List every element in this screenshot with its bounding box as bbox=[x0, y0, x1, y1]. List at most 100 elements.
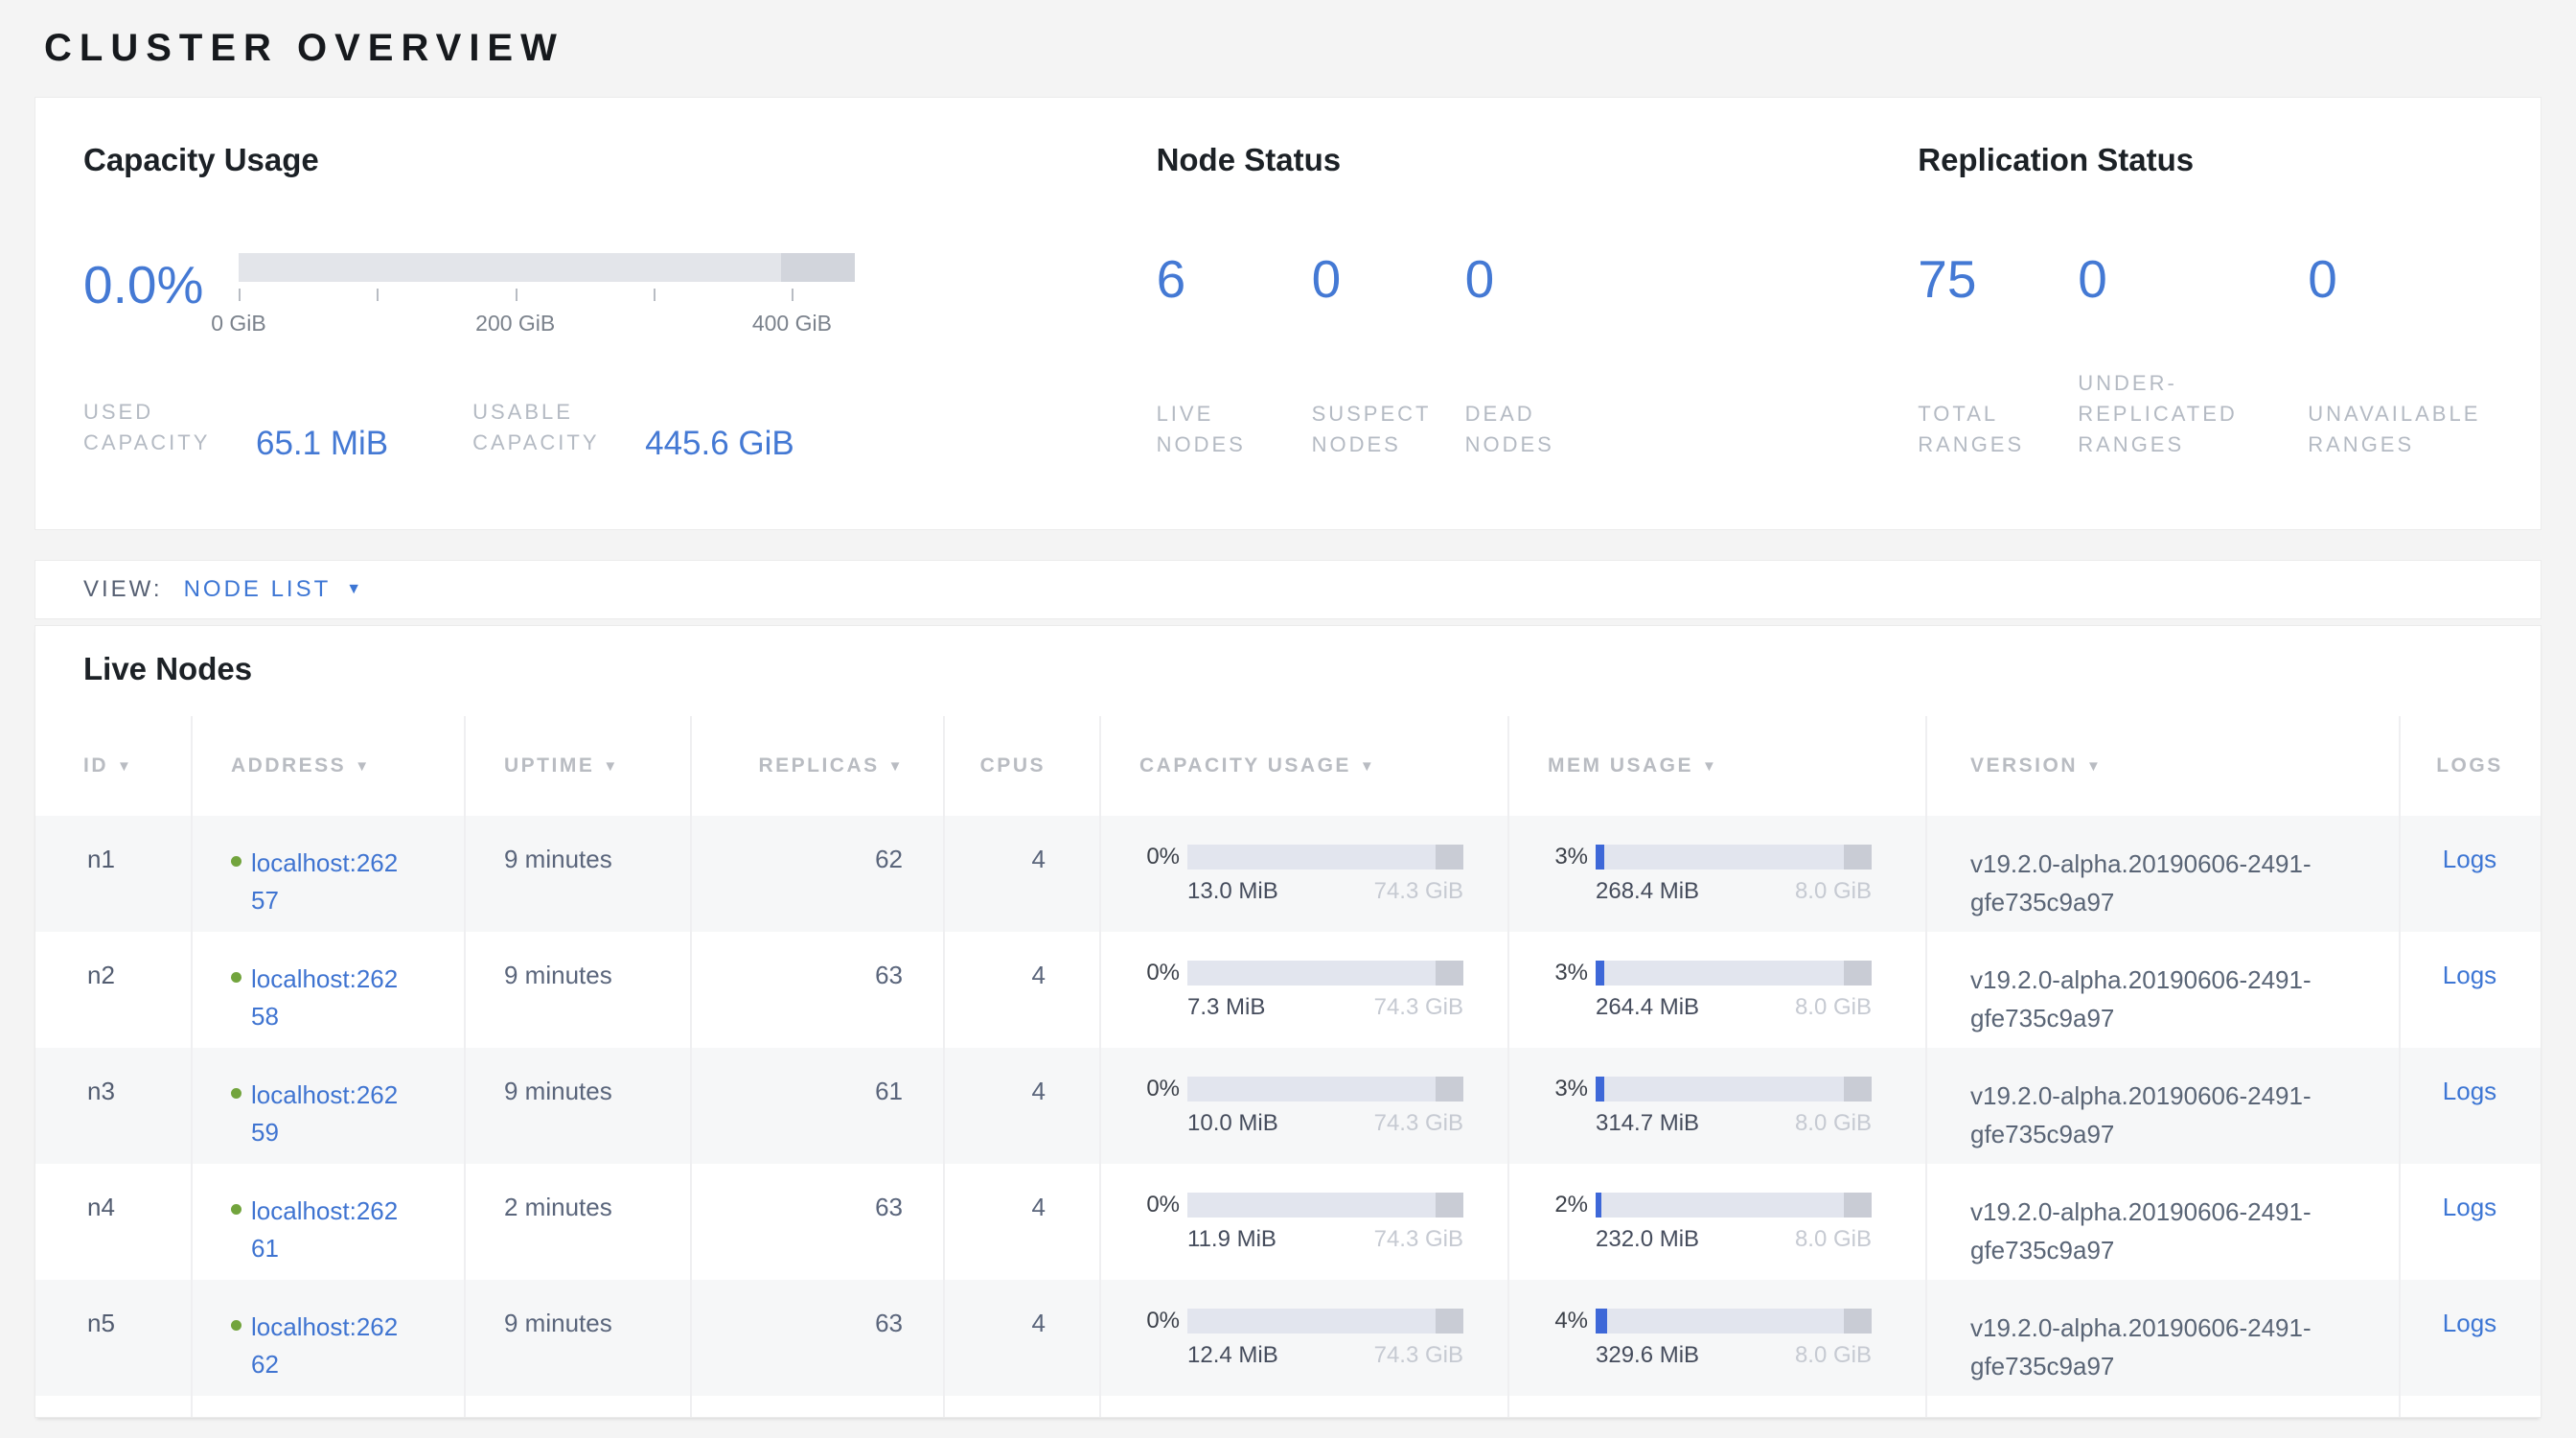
node-address-link[interactable]: localhost:26261 bbox=[251, 1193, 406, 1267]
live-nodes-panel: Live Nodes ID▼ ADDRESS▼ UPTIME▼ REPLICAS… bbox=[34, 625, 2542, 1418]
total-ranges-label: TOTAL RANGES bbox=[1918, 399, 2042, 460]
used-capacity-stat: USED CAPACITY 65.1 MiB bbox=[83, 397, 388, 458]
version-cell: v19.2.0-alpha.20190606-2491-gfe735c9a97 bbox=[1925, 1164, 2399, 1280]
node-address-cell: localhost:26258 bbox=[191, 932, 464, 1048]
node-address-link[interactable]: localhost:26257 bbox=[251, 845, 406, 919]
under-replicated-label: UNDER-REPLICATED RANGES bbox=[2078, 368, 2260, 460]
node-live-status-icon bbox=[231, 972, 242, 983]
axis-tick bbox=[792, 289, 794, 301]
live-nodes-count: 6 bbox=[1157, 253, 1312, 306]
node-address-link[interactable]: localhost:26262 bbox=[251, 1309, 406, 1383]
view-selected-value: NODE LIST bbox=[184, 576, 332, 603]
mem-used-fill bbox=[1596, 1193, 1601, 1218]
table-header-row: ID▼ ADDRESS▼ UPTIME▼ REPLICAS▼ CPUS CAPA… bbox=[35, 716, 2541, 816]
sort-arrow-icon: ▼ bbox=[1702, 758, 1718, 775]
mem-reserved-segment bbox=[1844, 845, 1872, 870]
logs-link[interactable]: Logs bbox=[2443, 845, 2496, 873]
node-address-link[interactable]: localhost:26259 bbox=[251, 1077, 406, 1151]
mem-percent-label: 2% bbox=[1548, 1193, 1588, 1218]
capacity-usage-mini-bar bbox=[1187, 1309, 1463, 1334]
node-address-cell: localhost:26261 bbox=[191, 1164, 464, 1280]
view-selector-dropdown[interactable]: NODE LIST ▼ bbox=[184, 576, 362, 603]
node-id-cell: n1 bbox=[35, 816, 191, 932]
usable-capacity-label: USABLE CAPACITY bbox=[472, 397, 630, 458]
capacity-usage-title: Capacity Usage bbox=[83, 142, 1157, 178]
capacity-used-value: 12.4 MiB bbox=[1187, 1342, 1278, 1369]
node-address-link[interactable]: localhost:26258 bbox=[251, 961, 406, 1035]
logs-link[interactable]: Logs bbox=[2443, 961, 2496, 989]
axis-tick-label: 400 GiB bbox=[752, 311, 832, 336]
sort-arrow-icon: ▼ bbox=[888, 758, 905, 775]
column-header-id[interactable]: ID▼ bbox=[35, 716, 191, 816]
sort-arrow-icon: ▼ bbox=[1360, 758, 1376, 775]
suspect-nodes-label: SUSPECT NODES bbox=[1312, 399, 1446, 460]
mem-reserved-segment bbox=[1844, 1193, 1872, 1218]
mem-usage-mini-bar bbox=[1596, 1077, 1872, 1102]
column-header-version[interactable]: VERSION▼ bbox=[1925, 716, 2399, 816]
version-cell: v19.2.0-alpha.20190606-2491-gfe735c9a97 bbox=[1925, 1280, 2399, 1396]
sort-arrow-icon: ▼ bbox=[2086, 758, 2103, 775]
version-cell: v19.2.0-alpha.20190606-2491-gfe735c9a97 bbox=[1925, 932, 2399, 1048]
uptime-cell: 9 minutes bbox=[464, 1048, 690, 1164]
axis-tick-label: 200 GiB bbox=[475, 311, 555, 336]
capacity-axis: 0 GiB 200 GiB 400 GiB bbox=[239, 282, 855, 343]
node-status-title: Node Status bbox=[1157, 142, 1919, 178]
node-live-status-icon bbox=[231, 1320, 242, 1331]
logs-link[interactable]: Logs bbox=[2443, 1077, 2496, 1105]
column-header-address[interactable]: ADDRESS▼ bbox=[191, 716, 464, 816]
dead-nodes-label: DEAD NODES bbox=[1465, 399, 1599, 460]
column-header-mem-usage[interactable]: MEM USAGE▼ bbox=[1507, 716, 1925, 816]
capacity-usage-mini-bar bbox=[1187, 1193, 1463, 1218]
capacity-reserved-segment bbox=[1436, 1193, 1463, 1218]
usable-capacity-stat: USABLE CAPACITY 445.6 GiB bbox=[472, 397, 794, 458]
mem-total-value: 8.0 GiB bbox=[1795, 878, 1872, 905]
capacity-reserved-segment bbox=[1436, 845, 1463, 870]
axis-tick bbox=[516, 289, 518, 301]
total-ranges-count: 75 bbox=[1918, 253, 2078, 306]
logs-link[interactable]: Logs bbox=[2443, 1309, 2496, 1337]
suspect-nodes-stat: 0 SUSPECT NODES bbox=[1312, 253, 1465, 460]
used-capacity-label: USED CAPACITY bbox=[83, 397, 241, 458]
mem-usage-cell: 3% 314.7 MiB 8.0 GiB bbox=[1507, 1048, 1925, 1164]
column-header-cpus: CPUS bbox=[943, 716, 1099, 816]
view-bar: VIEW: NODE LIST ▼ bbox=[34, 560, 2542, 619]
mem-used-value: 314.7 MiB bbox=[1596, 1110, 1699, 1137]
version-cell: v19.2.0-alpha.20190606-2491-gfe735c9a97 bbox=[1925, 816, 2399, 932]
logs-link[interactable]: Logs bbox=[2443, 1193, 2496, 1221]
column-header-replicas[interactable]: REPLICAS▼ bbox=[690, 716, 943, 816]
mem-used-fill bbox=[1596, 1077, 1604, 1102]
cpus-cell: 4 bbox=[943, 816, 1099, 932]
table-row-partial bbox=[35, 1396, 2541, 1418]
sort-arrow-icon: ▼ bbox=[355, 758, 371, 775]
capacity-used-value: 10.0 MiB bbox=[1187, 1110, 1278, 1137]
mem-used-fill bbox=[1596, 845, 1604, 870]
mem-usage-mini-bar bbox=[1596, 845, 1872, 870]
version-cell: v19.2.0-alpha.20190606-2491-gfe735c9a97 bbox=[1925, 1048, 2399, 1164]
mem-usage-mini-bar bbox=[1596, 1193, 1872, 1218]
capacity-percent-label: 0% bbox=[1139, 1077, 1180, 1102]
mem-percent-label: 3% bbox=[1548, 961, 1588, 986]
column-header-capacity-usage[interactable]: CAPACITY USAGE▼ bbox=[1099, 716, 1507, 816]
node-id-cell: n3 bbox=[35, 1048, 191, 1164]
column-header-uptime[interactable]: UPTIME▼ bbox=[464, 716, 690, 816]
live-nodes-label: LIVE NODES bbox=[1157, 399, 1291, 460]
capacity-bar-reserved-segment bbox=[781, 253, 855, 282]
logs-cell: Logs bbox=[2399, 1164, 2539, 1280]
cpus-cell: 4 bbox=[943, 1164, 1099, 1280]
total-ranges-stat: 75 TOTAL RANGES bbox=[1918, 253, 2078, 460]
capacity-total-value: 74.3 GiB bbox=[1374, 878, 1463, 905]
replication-status-section: Replication Status 75 TOTAL RANGES 0 UND… bbox=[1918, 142, 2541, 529]
axis-tick bbox=[654, 289, 656, 301]
replicas-cell: 63 bbox=[690, 1164, 943, 1280]
capacity-used-value: 7.3 MiB bbox=[1187, 994, 1265, 1021]
uptime-cell: 9 minutes bbox=[464, 1280, 690, 1396]
capacity-reserved-segment bbox=[1436, 1077, 1463, 1102]
table-row: n3 localhost:26259 9 minutes 61 4 0% 10.… bbox=[35, 1048, 2541, 1164]
capacity-usage-mini-bar bbox=[1187, 845, 1463, 870]
replicas-cell: 61 bbox=[690, 1048, 943, 1164]
under-replicated-count: 0 bbox=[2078, 253, 2308, 306]
mem-total-value: 8.0 GiB bbox=[1795, 994, 1872, 1021]
node-id-cell: n4 bbox=[35, 1164, 191, 1280]
dead-nodes-count: 0 bbox=[1465, 253, 1599, 306]
live-nodes-table-body: n1 localhost:26257 9 minutes 62 4 0% 13.… bbox=[35, 816, 2541, 1396]
